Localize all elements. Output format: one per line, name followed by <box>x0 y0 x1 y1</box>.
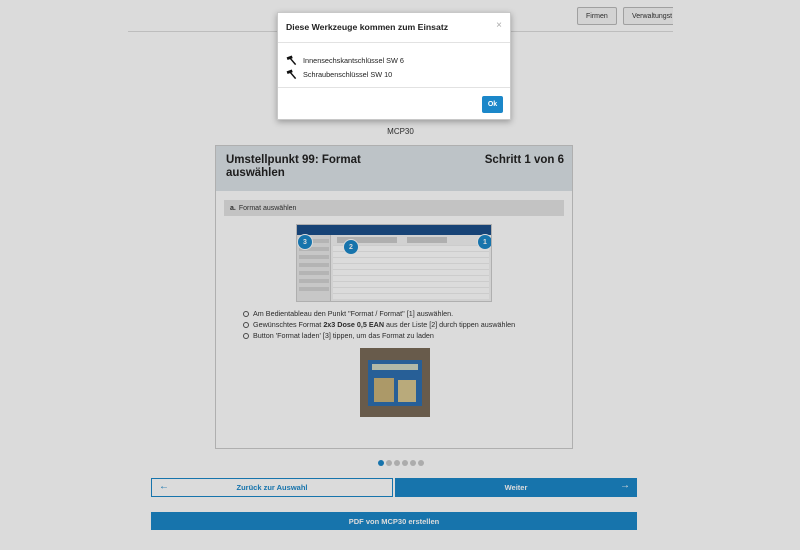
tool-name: Innensechskantschlüssel SW 6 <box>303 55 404 65</box>
tool-item: Innensechskantschlüssel SW 6 <box>286 53 404 67</box>
tool-item: Schraubenschlüssel SW 10 <box>286 67 404 81</box>
tools-modal: Diese Werkzeuge kommen zum Einsatz × Inn… <box>277 12 511 120</box>
tool-list: Innensechskantschlüssel SW 6 Schraubensc… <box>286 53 404 81</box>
ok-button[interactable]: Ok <box>482 96 503 113</box>
hammer-icon <box>286 69 297 79</box>
close-icon[interactable]: × <box>496 20 502 31</box>
modal-header: Diese Werkzeuge kommen zum Einsatz × <box>278 13 510 43</box>
modal-footer: Ok <box>278 87 510 120</box>
hammer-icon <box>286 55 297 65</box>
modal-title: Diese Werkzeuge kommen zum Einsatz <box>286 22 449 32</box>
tool-name: Schraubenschlüssel SW 10 <box>303 69 393 79</box>
